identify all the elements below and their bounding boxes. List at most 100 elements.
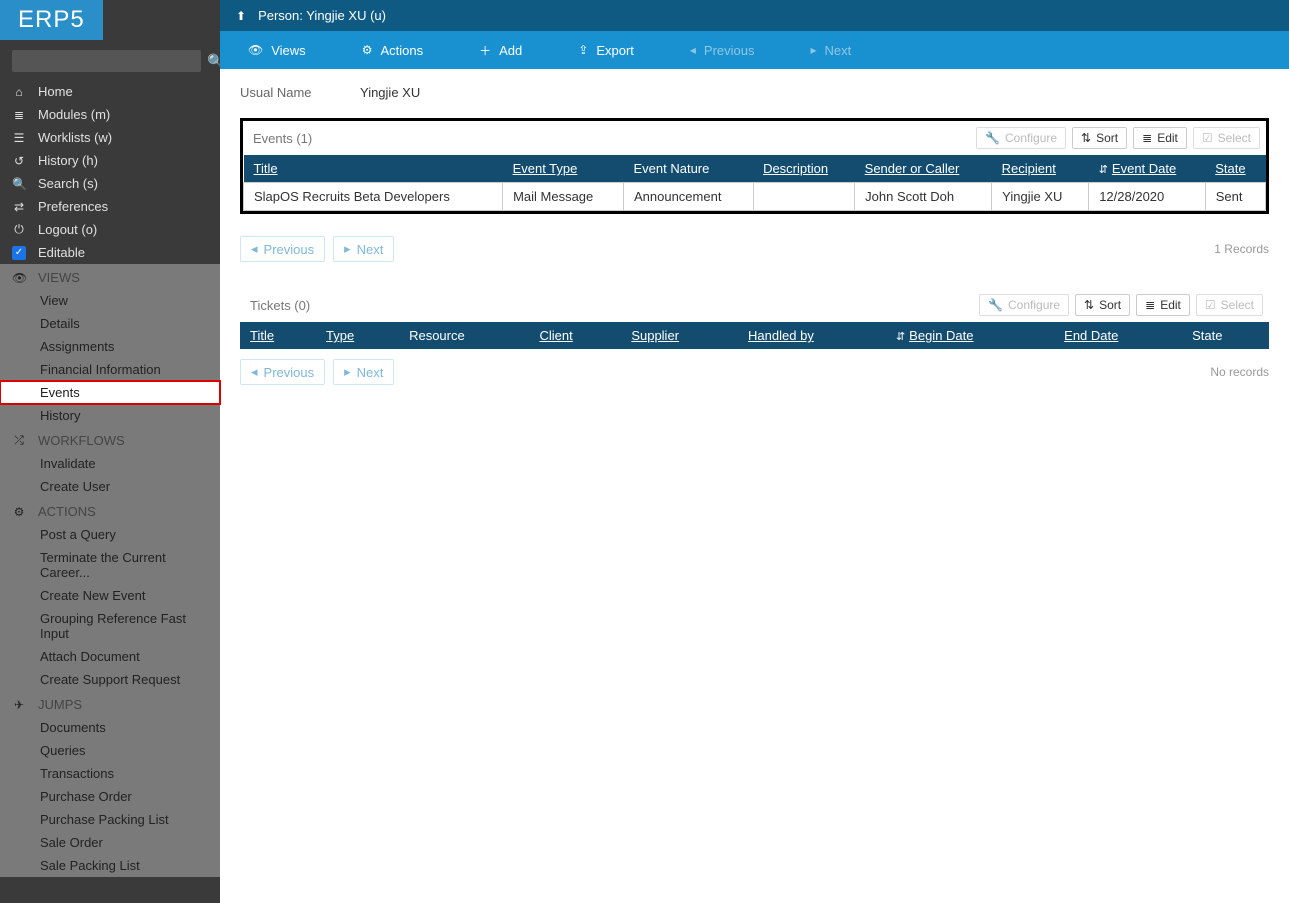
jump-transactions[interactable]: Transactions: [0, 762, 220, 785]
jump-purchase-order[interactable]: Purchase Order: [0, 785, 220, 808]
nav-label: Preferences: [38, 199, 108, 214]
up-arrow-icon[interactable]: ⬆: [236, 9, 246, 23]
ab-views[interactable]: 👁Views: [220, 31, 334, 69]
checkbox-checked-icon[interactable]: ✓: [12, 246, 26, 260]
nav-label: Transactions: [40, 766, 114, 781]
wf-create-user[interactable]: Create User: [0, 475, 220, 498]
col-title[interactable]: Title: [240, 322, 316, 349]
col-label: Type: [326, 328, 354, 343]
jump-sale-order[interactable]: Sale Order: [0, 831, 220, 854]
tickets-prev-button[interactable]: ◂Previous: [240, 359, 325, 385]
col-event-type[interactable]: Event Type: [503, 155, 624, 183]
logo[interactable]: ERP5: [0, 0, 103, 40]
nav-label: View: [40, 293, 68, 308]
col-label: Resource: [409, 328, 465, 343]
nav-label: Editable: [38, 245, 85, 260]
ab-add[interactable]: ＋Add: [451, 31, 550, 69]
ab-next[interactable]: ▸Next: [783, 31, 880, 69]
views-header: 👁VIEWS: [0, 264, 220, 289]
act-post-query[interactable]: Post a Query: [0, 523, 220, 546]
events-sort-button[interactable]: ⇅Sort: [1072, 127, 1127, 149]
col-title[interactable]: Title: [244, 155, 503, 183]
jump-sale-packing[interactable]: Sale Packing List: [0, 854, 220, 877]
nav-editable[interactable]: ✓ Editable: [0, 241, 220, 264]
nav-worklists[interactable]: ☰Worklists (w): [0, 126, 220, 149]
col-sender[interactable]: Sender or Caller: [855, 155, 992, 183]
wf-invalidate[interactable]: Invalidate: [0, 452, 220, 475]
col-begin-date[interactable]: ⇵Begin Date: [886, 322, 1054, 349]
events-configure-button[interactable]: 🔧Configure: [976, 127, 1066, 149]
list-icon: ≣: [1142, 131, 1152, 145]
col-resource[interactable]: Resource: [399, 322, 529, 349]
btn-label: Next: [357, 242, 384, 257]
act-attach-doc[interactable]: Attach Document: [0, 645, 220, 668]
tickets-configure-button[interactable]: 🔧Configure: [979, 294, 1069, 316]
col-state[interactable]: State: [1205, 155, 1265, 183]
col-recipient[interactable]: Recipient: [992, 155, 1089, 183]
col-state[interactable]: State: [1182, 322, 1269, 349]
col-event-date[interactable]: ⇵Event Date: [1089, 155, 1206, 183]
events-prev-button[interactable]: ◂Previous: [240, 236, 325, 262]
view-financial[interactable]: Financial Information: [0, 358, 220, 381]
tickets-sort-button[interactable]: ⇅Sort: [1075, 294, 1130, 316]
ab-previous[interactable]: ◂Previous: [662, 31, 783, 69]
tickets-edit-button[interactable]: ≣Edit: [1136, 294, 1190, 316]
chevron-right-icon: ▸: [344, 364, 351, 380]
nav-search[interactable]: 🔍 Search (s): [0, 172, 220, 195]
tickets-select-button[interactable]: ☑Select: [1196, 294, 1263, 316]
view-view[interactable]: View: [0, 289, 220, 312]
plus-icon: ＋: [479, 42, 491, 59]
nav-label: Create New Event: [40, 588, 146, 603]
jump-documents[interactable]: Documents: [0, 716, 220, 739]
events-panel: Events (1) 🔧Configure ⇅Sort ≣Edit ☑Selec…: [240, 118, 1269, 214]
jump-purchase-packing[interactable]: Purchase Packing List: [0, 808, 220, 831]
events-next-button[interactable]: ▸Next: [333, 236, 394, 262]
col-label: Begin Date: [909, 328, 973, 343]
view-events[interactable]: Events: [0, 381, 220, 404]
nav-home[interactable]: ⌂Home: [0, 80, 220, 103]
breadcrumb[interactable]: Person: Yingjie XU (u): [258, 8, 386, 23]
col-client[interactable]: Client: [530, 322, 622, 349]
nav-label: Search (s): [38, 176, 98, 191]
logout-icon: ⏻: [12, 222, 26, 237]
cell-title[interactable]: SlapOS Recruits Beta Developers: [244, 183, 503, 211]
global-search-input[interactable]: [12, 50, 201, 72]
nav-history[interactable]: ↺History (h): [0, 149, 220, 172]
col-end-date[interactable]: End Date: [1054, 322, 1182, 349]
nav-preferences[interactable]: ⇄Preferences: [0, 195, 220, 218]
act-grouping-ref[interactable]: Grouping Reference Fast Input: [0, 607, 220, 645]
col-description[interactable]: Description: [753, 155, 855, 183]
btn-label: Configure: [1008, 298, 1060, 312]
act-create-event[interactable]: Create New Event: [0, 584, 220, 607]
events-select-button[interactable]: ☑Select: [1193, 127, 1260, 149]
nav-logout[interactable]: ⏻Logout (o): [0, 218, 220, 241]
btn-label: Select: [1221, 298, 1254, 312]
nav-label: Details: [40, 316, 80, 331]
view-details[interactable]: Details: [0, 312, 220, 335]
events-edit-button[interactable]: ≣Edit: [1133, 127, 1187, 149]
col-label: Title: [250, 328, 274, 343]
act-support-request[interactable]: Create Support Request: [0, 668, 220, 691]
btn-label: Edit: [1160, 298, 1181, 312]
view-history[interactable]: History: [0, 404, 220, 427]
view-assignments[interactable]: Assignments: [0, 335, 220, 358]
export-icon: ⇪: [578, 43, 588, 57]
jump-queries[interactable]: Queries: [0, 739, 220, 762]
nav-modules[interactable]: ≣Modules (m): [0, 103, 220, 126]
ab-label: Actions: [380, 43, 423, 58]
nav-label: Financial Information: [40, 362, 161, 377]
col-label: Supplier: [631, 328, 679, 343]
table-row[interactable]: SlapOS Recruits Beta Developers Mail Mes…: [244, 183, 1266, 211]
nav-label: Grouping Reference Fast Input: [40, 611, 208, 641]
ab-actions[interactable]: ⚙Actions: [334, 31, 451, 69]
col-event-nature[interactable]: Event Nature: [623, 155, 753, 183]
act-terminate-career[interactable]: Terminate the Current Career...: [0, 546, 220, 584]
search-nav-icon: 🔍: [12, 177, 26, 191]
col-type[interactable]: Type: [316, 322, 399, 349]
col-supplier[interactable]: Supplier: [621, 322, 738, 349]
col-handled-by[interactable]: Handled by: [738, 322, 886, 349]
ab-export[interactable]: ⇪Export: [550, 31, 662, 69]
col-label: Event Nature: [633, 161, 709, 176]
chevron-left-icon: ◂: [251, 241, 258, 257]
tickets-next-button[interactable]: ▸Next: [333, 359, 394, 385]
